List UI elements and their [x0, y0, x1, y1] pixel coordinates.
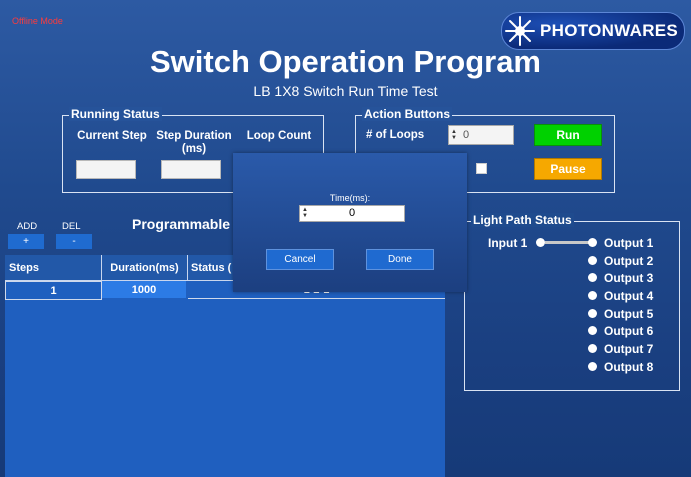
output-2-dot — [588, 256, 597, 265]
output-2-label: Output 2 — [604, 253, 654, 268]
cancel-button[interactable]: Cancel — [266, 249, 334, 270]
output-8: Output 8 — [588, 358, 653, 375]
step-duration-label: Step Duration (ms) — [156, 130, 232, 155]
output-5-dot — [588, 309, 597, 318]
loop-checkbox[interactable] — [476, 163, 487, 174]
output-6: Output 6 — [588, 322, 653, 339]
page-title: Switch Operation Program — [149, 44, 541, 79]
input-1-dot — [536, 238, 545, 247]
page-subtitle: LB 1X8 Switch Run Time Test — [253, 83, 438, 99]
loops-spinner-icon[interactable]: ▲ ▼ — [451, 129, 458, 141]
programmable-title: Programmable — [132, 216, 231, 232]
output-6-dot — [588, 326, 597, 335]
time-value: 0 — [348, 207, 356, 219]
running-status-legend: Running Status — [69, 107, 162, 121]
step-duration-field — [161, 160, 221, 179]
loops-value: 0 — [463, 129, 470, 141]
main-window: Offline Mode PHOTONWARES Switch Operatio… — [0, 0, 691, 477]
table-row-step-cell[interactable]: 1 — [5, 281, 102, 300]
current-step-field — [76, 160, 136, 179]
del-label: DEL — [62, 221, 81, 232]
loop-count-label: Loop Count — [246, 130, 312, 142]
time-input[interactable]: ▲ ▼ 0 — [299, 205, 405, 222]
output-4-label: Output 4 — [604, 288, 654, 303]
column-header-duration[interactable]: Duration(ms) — [102, 255, 188, 281]
output-4-dot — [588, 291, 597, 300]
light-path-line — [545, 241, 589, 244]
output-6-label: Output 6 — [604, 323, 654, 338]
input-1-label: Input 1 — [488, 236, 528, 250]
output-8-label: Output 8 — [604, 359, 654, 374]
output-7: Output 7 — [588, 340, 653, 357]
output-3: Output 3 — [588, 269, 653, 286]
table-row-duration-cell[interactable]: 1000 — [102, 281, 186, 298]
output-2: Output 2 — [588, 252, 653, 269]
loops-label: # of Loops — [366, 129, 425, 141]
time-dialog: Time(ms): ▲ ▼ 0 Cancel Done — [233, 153, 467, 292]
time-label: Time(ms): — [329, 193, 371, 203]
delete-step-button[interactable]: - — [56, 234, 92, 249]
add-label: ADD — [17, 221, 38, 232]
pause-button[interactable]: Pause — [534, 158, 602, 180]
output-5: Output 5 — [588, 305, 653, 322]
output-1-dot — [588, 238, 597, 247]
output-4: Output 4 — [588, 287, 653, 304]
output-7-dot — [588, 344, 597, 353]
loops-input[interactable]: ▲ ▼ 0 — [448, 125, 514, 145]
column-header-steps[interactable]: Steps — [5, 255, 102, 281]
output-5-label: Output 5 — [604, 306, 654, 321]
light-path-legend: Light Path Status — [471, 213, 574, 227]
output-1-label: Output 1 — [604, 235, 654, 250]
done-button[interactable]: Done — [366, 249, 434, 270]
run-button[interactable]: Run — [534, 124, 602, 146]
action-buttons-legend: Action Buttons — [362, 107, 452, 121]
output-7-label: Output 7 — [604, 341, 654, 356]
output-1: Output 1 — [588, 234, 653, 251]
output-8-dot — [588, 362, 597, 371]
output-3-dot — [588, 273, 597, 282]
current-step-label: Current Step — [77, 130, 147, 142]
add-step-button[interactable]: + — [8, 234, 44, 249]
output-3-label: Output 3 — [604, 270, 654, 285]
logo-text: PHOTONWARES — [540, 21, 679, 40]
offline-mode-label: Offline Mode — [12, 16, 63, 26]
